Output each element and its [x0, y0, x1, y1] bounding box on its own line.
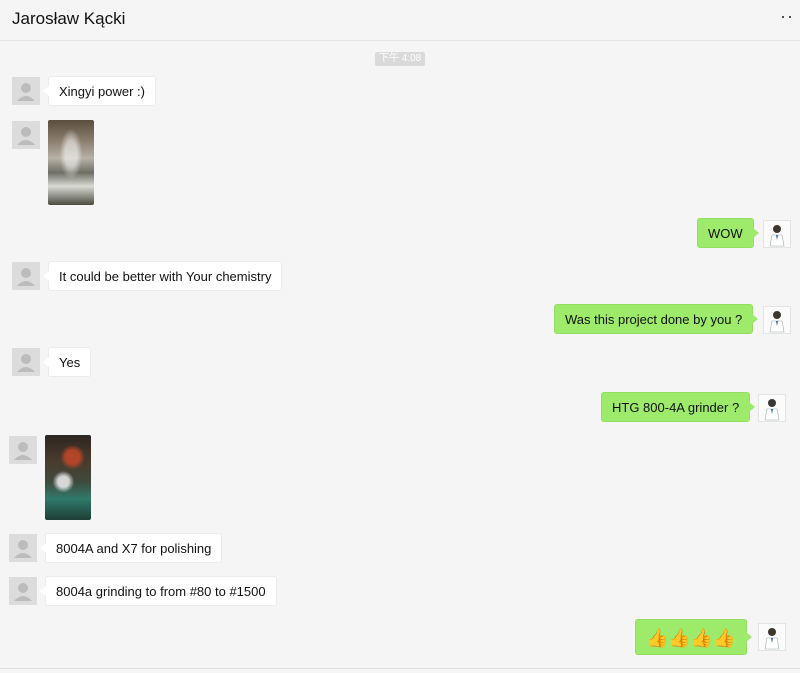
- person-placeholder-icon: [17, 127, 35, 145]
- message-bubble-incoming[interactable]: 8004A and X7 for polishing: [39, 533, 223, 563]
- user-avatar-photo: [764, 399, 780, 421]
- contact-name: Jarosław Kącki: [12, 9, 126, 28]
- contact-avatar[interactable]: [9, 577, 37, 605]
- message-image[interactable]: [45, 435, 91, 520]
- contact-avatar[interactable]: [12, 77, 40, 105]
- contact-avatar[interactable]: [12, 121, 40, 149]
- user-avatar-photo: [769, 225, 785, 247]
- message-bubble-outgoing[interactable]: HTG 800-4A grinder ?: [601, 392, 756, 422]
- message-emoji-outgoing[interactable]: 👍👍👍👍: [635, 619, 752, 655]
- chat-bottom-divider: [0, 668, 800, 669]
- contact-avatar[interactable]: [9, 534, 37, 562]
- person-placeholder-icon: [17, 354, 35, 372]
- person-placeholder-icon: [14, 442, 32, 460]
- more-options-icon[interactable]: ··: [780, 6, 794, 27]
- message-bubble-incoming[interactable]: It could be better with Your chemistry: [42, 261, 283, 291]
- message-bubble-outgoing[interactable]: WOW: [697, 218, 759, 248]
- message-bubble-incoming[interactable]: Yes: [42, 347, 92, 377]
- chat-header: Jarosław Kącki ··: [0, 0, 800, 41]
- message-bubble-outgoing[interactable]: Was this project done by you ?: [554, 304, 759, 334]
- contact-avatar[interactable]: [12, 348, 40, 376]
- message-timestamp: 下午 4:08: [375, 52, 426, 66]
- message-bubble-incoming[interactable]: 8004a grinding to from #80 to #1500: [40, 576, 277, 606]
- user-avatar-photo: [769, 311, 785, 333]
- message-image[interactable]: [48, 120, 94, 205]
- person-placeholder-icon: [14, 540, 32, 558]
- self-avatar[interactable]: [763, 306, 791, 334]
- contact-avatar[interactable]: [12, 262, 40, 290]
- self-avatar[interactable]: [758, 623, 786, 651]
- person-placeholder-icon: [17, 268, 35, 286]
- person-placeholder-icon: [17, 83, 35, 101]
- self-avatar[interactable]: [763, 220, 791, 248]
- message-bubble-incoming[interactable]: Xingyi power :): [43, 76, 156, 106]
- self-avatar[interactable]: [758, 394, 786, 422]
- person-placeholder-icon: [14, 583, 32, 601]
- contact-avatar[interactable]: [9, 436, 37, 464]
- user-avatar-photo: [764, 628, 780, 650]
